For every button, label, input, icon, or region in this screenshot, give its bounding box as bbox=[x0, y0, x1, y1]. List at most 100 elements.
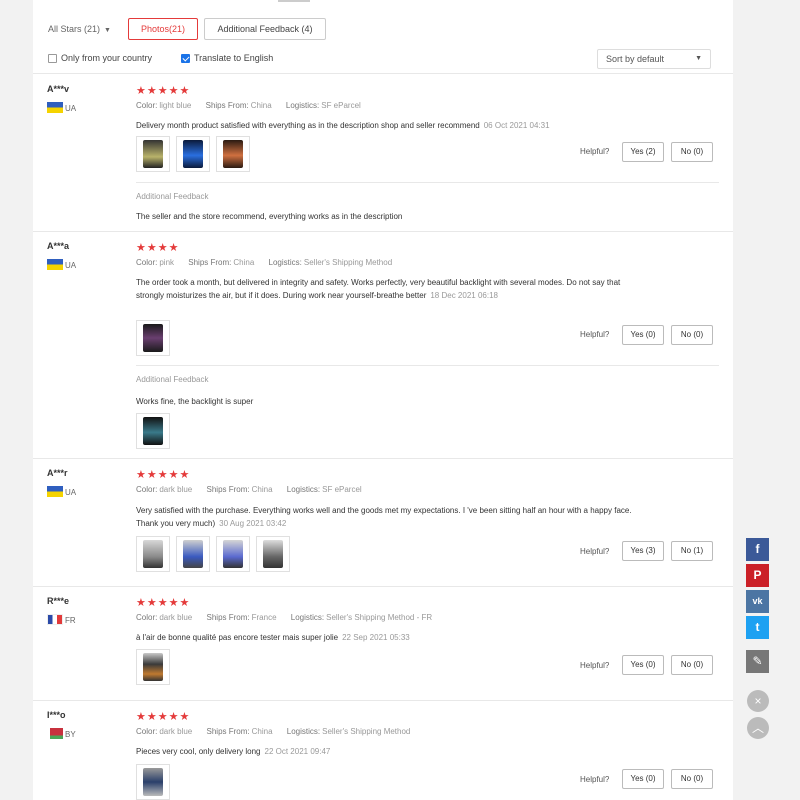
vote-no-button[interactable]: No (0) bbox=[671, 769, 713, 789]
additional-feedback-filter-button[interactable]: Additional Feedback (4) bbox=[204, 18, 326, 40]
divider bbox=[33, 586, 733, 587]
review-photo[interactable] bbox=[256, 536, 290, 572]
divider bbox=[33, 231, 733, 232]
filter-bar: All Stars (21) ▼ Photos(21) Additional Fe… bbox=[33, 18, 733, 44]
divider bbox=[33, 458, 733, 459]
review-body: Very satisfied with the purchase. Everyt… bbox=[136, 506, 632, 528]
logistics-value: Seller's Shipping Method bbox=[303, 258, 393, 267]
ships-from-value: China bbox=[250, 101, 272, 110]
all-stars-label: All Stars (21) bbox=[48, 24, 101, 34]
review-photo[interactable] bbox=[136, 136, 170, 172]
photo-strip bbox=[136, 649, 170, 685]
vote-yes-button[interactable]: Yes (2) bbox=[622, 142, 664, 162]
photo-image bbox=[143, 768, 163, 796]
sort-label: Sort by default bbox=[606, 54, 665, 64]
ships-from-label: Ships From: bbox=[206, 727, 250, 736]
vote-no-button[interactable]: No (1) bbox=[671, 541, 713, 561]
review-photo[interactable] bbox=[176, 136, 210, 172]
chevron-up-icon: ︿ bbox=[751, 721, 764, 735]
review-text: à l'air de bonne qualité pas encore test… bbox=[136, 631, 646, 644]
review-date: 30 Aug 2021 03:42 bbox=[219, 519, 287, 528]
star-rating: ★★★★★ bbox=[136, 711, 191, 723]
ukraine-flag-icon bbox=[47, 259, 63, 270]
vote-no-button[interactable]: No (0) bbox=[671, 655, 713, 675]
country-code: BY bbox=[65, 730, 76, 739]
photos-filter-button[interactable]: Photos(21) bbox=[128, 18, 198, 40]
color-label: Color: bbox=[136, 258, 158, 267]
color-value: dark blue bbox=[159, 727, 193, 736]
color-value: light blue bbox=[159, 101, 192, 110]
france-flag-icon bbox=[47, 614, 63, 625]
reviewer-country: UA bbox=[47, 259, 76, 270]
sort-dropdown[interactable]: Sort by default ▼ bbox=[597, 49, 711, 69]
additional-feedback-text: The seller and the store recommend, ever… bbox=[136, 212, 403, 221]
additional-feedback-title: Additional Feedback bbox=[136, 192, 209, 201]
logistics-value: SF eParcel bbox=[322, 485, 362, 494]
pinterest-share-button[interactable]: P bbox=[746, 564, 769, 587]
color-label: Color: bbox=[136, 613, 158, 622]
review-photo[interactable] bbox=[136, 320, 170, 356]
tab-indicator bbox=[278, 0, 310, 2]
star-rating: ★★★★★ bbox=[136, 469, 191, 481]
reviewer-country: BY bbox=[47, 728, 76, 739]
chevron-down-icon: ▼ bbox=[695, 55, 702, 62]
reviewer-country: FR bbox=[47, 614, 76, 625]
photo-image bbox=[263, 540, 283, 568]
review-photo[interactable] bbox=[216, 536, 250, 572]
photo-strip bbox=[136, 136, 250, 172]
logistics-label: Logistics: bbox=[290, 613, 325, 622]
star-rating: ★★★★★ bbox=[136, 597, 191, 609]
color-label: Color: bbox=[136, 727, 158, 736]
review-photo[interactable] bbox=[216, 136, 250, 172]
review-date: 06 Oct 2021 04:31 bbox=[483, 121, 550, 130]
review-text: Very satisfied with the purchase. Everyt… bbox=[136, 504, 646, 530]
photo-image bbox=[143, 540, 163, 568]
review-date: 18 Dec 2021 06:18 bbox=[430, 291, 498, 300]
vote-yes-button[interactable]: Yes (0) bbox=[622, 769, 664, 789]
twitter-share-button[interactable]: t bbox=[746, 616, 769, 639]
review-photo[interactable] bbox=[136, 649, 170, 685]
color-value: dark blue bbox=[159, 485, 193, 494]
color-label: Color: bbox=[136, 101, 158, 110]
review-photo[interactable] bbox=[176, 536, 210, 572]
pinterest-icon: P bbox=[753, 568, 762, 582]
review-text: Pieces very cool, only delivery long 22 O… bbox=[136, 745, 646, 758]
logistics-label: Logistics: bbox=[286, 485, 321, 494]
divider bbox=[136, 365, 719, 366]
star-rating: ★★★★★ bbox=[136, 85, 191, 97]
vote-no-button[interactable]: No (0) bbox=[671, 325, 713, 345]
country-code: UA bbox=[65, 261, 77, 270]
ships-from-label: Ships From: bbox=[206, 485, 250, 494]
vote-yes-button[interactable]: Yes (3) bbox=[622, 541, 664, 561]
review-date: 22 Sep 2021 05:33 bbox=[342, 633, 410, 642]
additional-feedback-text: Works fine, the backlight is super bbox=[136, 397, 254, 406]
divider bbox=[33, 73, 733, 74]
review-photo[interactable] bbox=[136, 413, 170, 449]
photo-image bbox=[143, 324, 163, 352]
all-stars-dropdown[interactable]: All Stars (21) ▼ bbox=[48, 24, 111, 34]
reviewer-name: I***o bbox=[47, 710, 66, 720]
vk-share-button[interactable]: vk bbox=[746, 590, 769, 613]
divider bbox=[136, 182, 719, 183]
review-body: The order took a month, but delivered in… bbox=[136, 278, 621, 300]
review-photo[interactable] bbox=[136, 764, 170, 800]
review-photo[interactable] bbox=[136, 536, 170, 572]
translate-checkbox[interactable] bbox=[181, 54, 190, 63]
helpful-label: Helpful? bbox=[580, 547, 610, 556]
options-bar: Only from your country Translate to Engl… bbox=[33, 49, 733, 70]
only-country-checkbox[interactable] bbox=[48, 54, 57, 63]
review-date: 22 Oct 2021 09:47 bbox=[264, 747, 331, 756]
vote-no-button[interactable]: No (0) bbox=[671, 142, 713, 162]
vote-yes-button[interactable]: Yes (0) bbox=[622, 655, 664, 675]
photo-strip bbox=[136, 764, 170, 800]
photo-image bbox=[183, 140, 203, 168]
edit-button[interactable]: ✎ bbox=[746, 650, 769, 673]
photo-image bbox=[143, 653, 163, 681]
close-button[interactable]: × bbox=[747, 690, 769, 712]
additional-feedback-title: Additional Feedback bbox=[136, 375, 209, 384]
vote-yes-button[interactable]: Yes (0) bbox=[622, 325, 664, 345]
scroll-top-button[interactable]: ︿ bbox=[747, 717, 769, 739]
review-body: Delivery month product satisfied with ev… bbox=[136, 121, 480, 130]
facebook-share-button[interactable]: f bbox=[746, 538, 769, 561]
photo-image bbox=[223, 140, 243, 168]
